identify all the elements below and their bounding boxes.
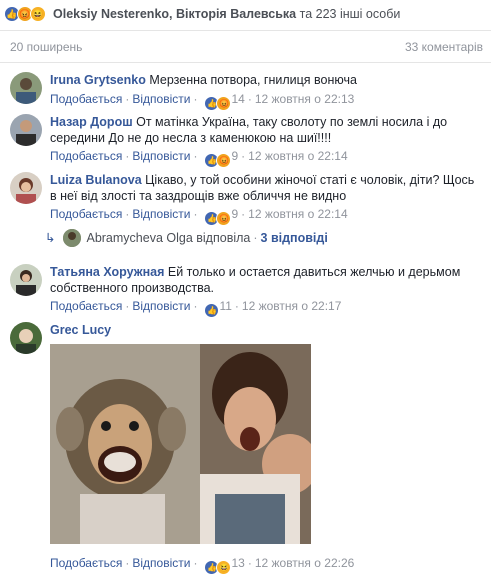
reply-button[interactable]: Відповісти	[132, 149, 190, 163]
reply-button[interactable]: Відповісти	[132, 207, 190, 221]
avatar	[63, 229, 82, 247]
like-button[interactable]: Подобається	[50, 207, 122, 221]
reply-arrow-icon: ↳	[45, 231, 56, 245]
comment-time[interactable]: 12 жовтня о 22:17	[242, 299, 342, 313]
reply-button[interactable]: Відповісти	[132, 92, 190, 106]
reaction-count[interactable]: 13	[231, 556, 244, 570]
comment-actions: Подобається · Відповісти · 👍 11 · 12 жовтня о 2…	[50, 299, 341, 318]
comment-reactions[interactable]: 👍 😆	[204, 560, 232, 575]
view-replies-link[interactable]: ↳ Abramycheva Olga відповіла · 3 відповіді	[45, 229, 328, 247]
comment-author[interactable]: Iruna Grytsenko	[50, 73, 146, 87]
comment-item: Luiza Bulanova Цікаво, у той особини жін…	[10, 172, 480, 226]
comment-body: Iruna Grytsenko Мерзенна потвора, гнилиц…	[50, 72, 480, 88]
angry-icon: 😡	[216, 96, 232, 111]
comment-reactions[interactable]: 👍 😡	[204, 96, 232, 111]
comment-reactions[interactable]: 👍 😡	[204, 211, 232, 226]
comment-text: Мерзенна потвора, гнилиця вонюча	[149, 73, 357, 87]
comment-time[interactable]: 12 жовтня о 22:13	[255, 92, 355, 106]
comment-actions: Подобається · Відповісти · 👍 😡 14 · 12 жовтня о …	[50, 92, 354, 111]
like-button[interactable]: Подобається	[50, 556, 122, 570]
comment-item: Grec Lucy Подобається · Відповісти · 👍 😆 13 · 1	[10, 322, 480, 575]
reaction-count[interactable]: 9	[231, 207, 238, 221]
reaction-count[interactable]: 14	[231, 92, 244, 106]
shares-count[interactable]: 20 поширень	[10, 40, 82, 54]
avatar[interactable]	[10, 172, 42, 204]
divider	[0, 30, 491, 31]
avatar[interactable]	[10, 264, 42, 296]
comment-body: Назар Дорош От матінка Україна, таку сво…	[50, 114, 480, 146]
comment-time[interactable]: 12 жовтня о 22:14	[248, 149, 348, 163]
comment-actions: Подобається · Відповісти · 👍 😆 13 · 12 жовтня о …	[50, 556, 354, 575]
comment-time[interactable]: 12 жовтня о 22:14	[248, 207, 348, 221]
comment-item: Татьяна Хоружная Ей только и остается да…	[10, 264, 480, 318]
reactions-summary[interactable]: 👍 😡 😆 Oleksiy Nesterenko, Вікторія Валев…	[0, 0, 491, 28]
reply-button[interactable]: Відповісти	[132, 299, 190, 313]
reactors-list[interactable]: Oleksiy Nesterenko, Вікторія Валевська т…	[53, 7, 400, 21]
haha-icon: 😆	[30, 6, 46, 22]
comment-photo[interactable]	[50, 344, 311, 544]
comment-actions: Подобається · Відповісти · 👍 😡 9 · 12 жовтня о 2…	[50, 207, 348, 226]
comment-time[interactable]: 12 жовтня о 22:26	[255, 556, 355, 570]
reply-button[interactable]: Відповісти	[132, 556, 190, 570]
comment-item: Iruna Grytsenko Мерзенна потвора, гнилиц…	[10, 72, 480, 112]
haha-icon: 😆	[216, 560, 232, 575]
comment-author[interactable]: Татьяна Хоружная	[50, 265, 164, 279]
comment-item: Назар Дорош От матінка Україна, таку сво…	[10, 114, 480, 168]
avatar[interactable]	[10, 114, 42, 146]
avatar[interactable]	[10, 322, 42, 354]
like-button[interactable]: Подобається	[50, 299, 122, 313]
comment-body: Татьяна Хоружная Ей только и остается да…	[50, 264, 480, 296]
reply-author[interactable]: Abramycheva Olga відповіла	[86, 231, 250, 245]
replies-row[interactable]: ↳ Abramycheva Olga відповіла · 3 відповіді	[10, 229, 480, 249]
reactor-names[interactable]: Oleksiy Nesterenko, Вікторія Валевська	[53, 7, 296, 21]
divider	[0, 62, 491, 63]
angry-icon: 😡	[216, 153, 232, 168]
reaction-count[interactable]: 11	[219, 299, 231, 313]
like-button[interactable]: Подобається	[50, 149, 122, 163]
reactor-others[interactable]: та 223 інші особи	[300, 7, 401, 21]
comment-actions: Подобається · Відповісти · 👍 😡 9 · 12 жовтня о 2…	[50, 149, 348, 168]
comments-count[interactable]: 33 коментарів	[405, 40, 483, 54]
post-counts: 20 поширень 33 коментарів	[0, 36, 491, 56]
angry-icon: 😡	[216, 211, 232, 226]
like-button[interactable]: Подобається	[50, 92, 122, 106]
avatar[interactable]	[10, 72, 42, 104]
comment-reactions[interactable]: 👍	[204, 303, 220, 318]
comment-author[interactable]: Grec Lucy	[50, 323, 111, 337]
comment-body: Luiza Bulanova Цікаво, у той особини жін…	[50, 172, 480, 204]
like-icon: 👍	[204, 303, 220, 318]
comment-reactions[interactable]: 👍 😡	[204, 153, 232, 168]
reaction-count[interactable]: 9	[231, 149, 238, 163]
comment-body: Grec Lucy	[50, 322, 480, 338]
comment-author[interactable]: Назар Дорош	[50, 115, 133, 129]
comment-author[interactable]: Luiza Bulanova	[50, 173, 142, 187]
reply-count[interactable]: 3 відповіді	[261, 231, 328, 245]
